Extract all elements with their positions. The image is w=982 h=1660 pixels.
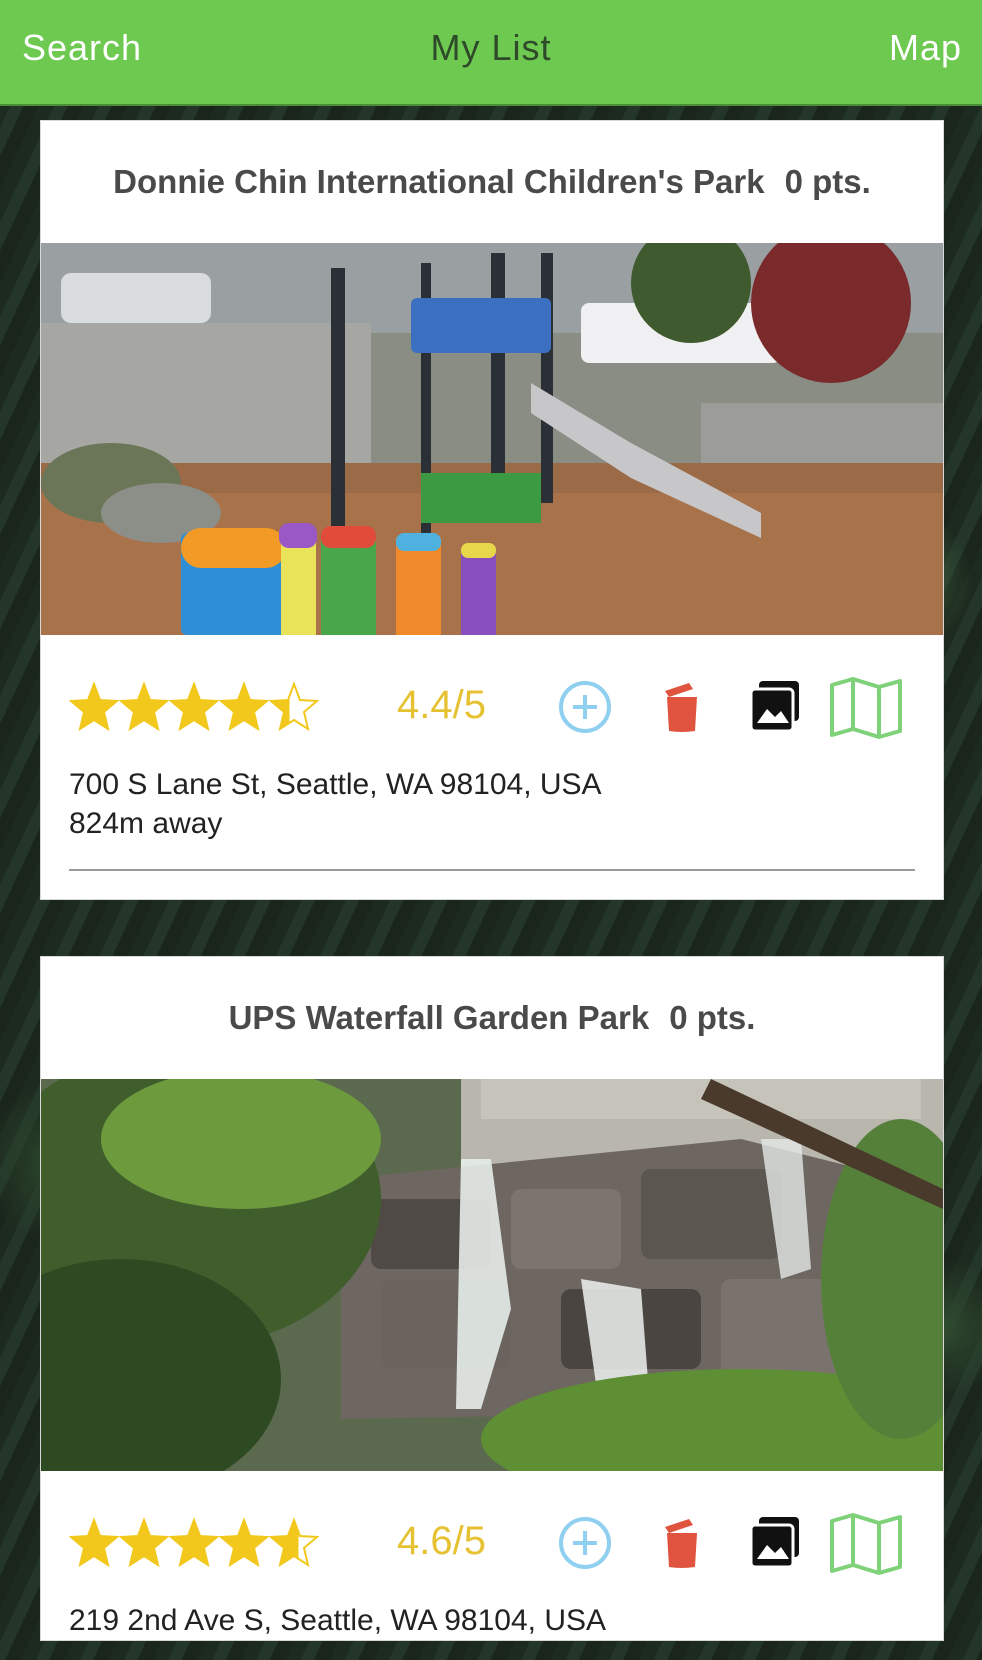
place-distance: 824m away [69,807,223,840]
rating-value: 4.6/5 [397,1519,486,1563]
place-photo[interactable] [41,1079,943,1471]
place-card: UPS Waterfall Garden Park 0 pts. 4.6/5 2… [40,956,944,1641]
place-address-block: 219 2nd Ave S, Seattle, WA 98104, USA [41,1601,943,1640]
rating-value: 4.4/5 [397,683,486,727]
place-name: Donnie Chin International Children's Par… [113,163,765,200]
top-navbar: Search My List Map [0,0,982,106]
place-name: UPS Waterfall Garden Park [228,999,650,1036]
search-nav-button[interactable]: Search [22,26,142,70]
page-title: My List [430,27,552,68]
map-icon[interactable] [829,1513,903,1575]
place-card-header[interactable]: Donnie Chin International Children's Par… [41,121,943,243]
photo-gallery-icon[interactable] [747,677,803,733]
place-address: 219 2nd Ave S, Seattle, WA 98104, USA [69,1604,607,1637]
trash-icon[interactable] [659,677,703,733]
place-photo[interactable] [41,243,943,635]
map-nav-button[interactable]: Map [889,26,962,70]
action-row: 4.6/5 [41,1471,943,1601]
place-address: 700 S Lane St, Seattle, WA 98104, USA [69,768,602,801]
add-circle-icon[interactable] [557,1513,613,1569]
action-row: 4.4/5 [41,635,943,765]
place-address-block: 700 S Lane St, Seattle, WA 98104, USA 82… [41,765,943,843]
photo-gallery-icon[interactable] [747,1513,803,1569]
place-card-header[interactable]: UPS Waterfall Garden Park 0 pts. [41,957,943,1079]
star-rating [70,1519,318,1566]
place-card: Donnie Chin International Children's Par… [40,120,944,900]
add-circle-icon[interactable] [557,677,613,733]
map-icon[interactable] [829,677,903,739]
star-rating [70,683,318,730]
trash-icon[interactable] [659,1513,703,1569]
place-points: 0 pts. [669,999,756,1036]
place-points: 0 pts. [784,163,871,200]
